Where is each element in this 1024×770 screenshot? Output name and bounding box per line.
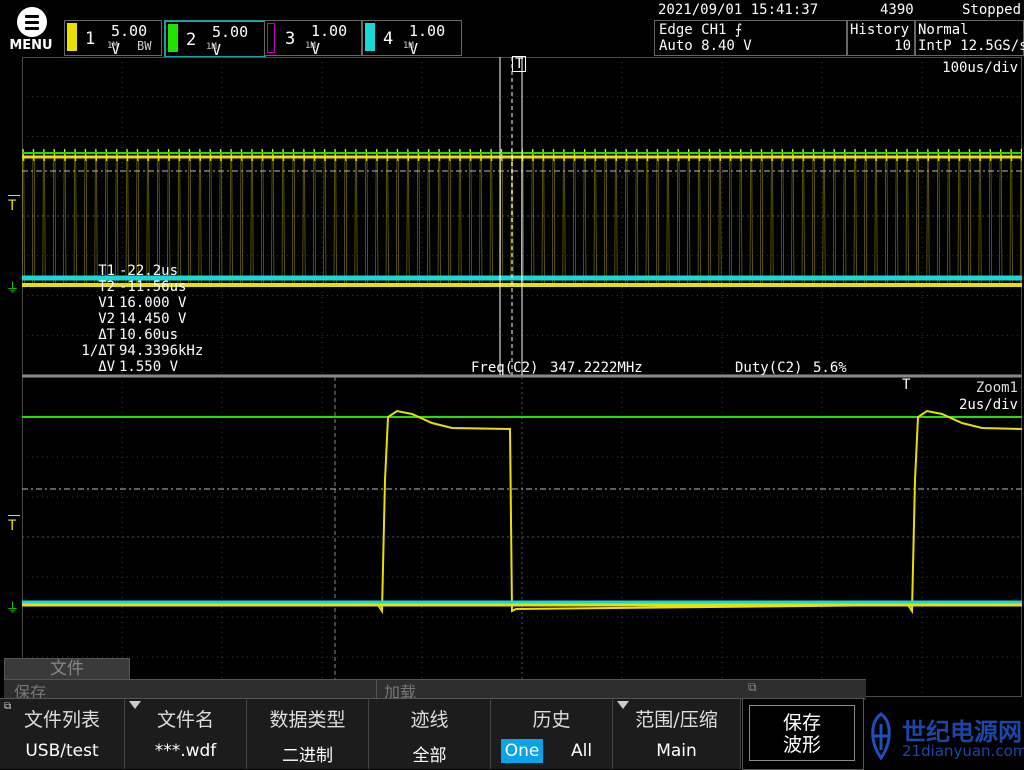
channel-1-scale: 5.00 V [111, 22, 148, 58]
run-state: Stopped [962, 2, 1022, 18]
softkey-file-name-value: ***.wdf [154, 741, 217, 761]
ch1-level-tick-zoom [8, 515, 20, 516]
save-waveform-line1: 保存 [782, 712, 821, 734]
measurement-label: 1/ΔT [81, 343, 116, 359]
history-label: History [850, 22, 910, 38]
zoom-timebase: 2us/div [958, 397, 1018, 413]
measurement-value: -11.56us [119, 279, 187, 295]
softkey-history[interactable]: 历史 One All [491, 698, 613, 769]
softkey-file-list-title: 文件列表 [23, 709, 100, 731]
measurement-label: T2 [98, 279, 116, 295]
freq-label: Freq(C2) [471, 360, 539, 376]
channel-4-scale: 1.00 V [409, 22, 446, 58]
trigger-type: Edge CH1 ⨍ [659, 22, 743, 38]
history-value: 10 [894, 38, 911, 54]
softkey-history-title: 历史 [532, 709, 571, 731]
channel-3-scale: 1.00 V [311, 22, 348, 58]
watermark-url: 21dianyuan.com [902, 742, 1024, 760]
softkey-trace-title: 迹线 [410, 709, 449, 731]
bandwidth-limit-icon: BW [137, 39, 152, 53]
softkey-data-type[interactable]: 数据类型 二进制 [247, 698, 369, 769]
trigger-level-marker: T [8, 198, 17, 214]
measurement-value: -22.2us [119, 263, 179, 279]
softkey-data-type-title: 数据类型 [269, 709, 346, 731]
channel-4-impedance: 1M [403, 41, 414, 51]
history-one-option[interactable]: One [501, 739, 543, 763]
ground-marker-main: ⏚ [6, 281, 20, 296]
measurement-label: ΔT [98, 327, 116, 343]
acquisition-mode: Normal [918, 22, 969, 38]
save-waveform-button[interactable]: 保存 波形 [742, 698, 864, 770]
ch1-level-tick [8, 195, 20, 196]
channel-2-box[interactable]: 2 5.00 V 1M [164, 20, 266, 59]
channel-2-swatch [168, 24, 178, 52]
channel-1-number: 1 [85, 29, 96, 49]
measurement-label: V1 [98, 295, 116, 311]
save-waveform-label: 保存 波形 [749, 705, 855, 761]
freq-value: 347.2222MHz [550, 360, 643, 376]
softkey-range-compress[interactable]: 范围/压缩 Main [613, 698, 741, 769]
channel-3-number: 3 [285, 29, 296, 49]
trigger-settings[interactable]: Edge CH1 ⨍ Auto 8.40 V [654, 20, 848, 56]
tab-divider [376, 680, 377, 698]
save-load-strip [4, 679, 866, 700]
softkey-trace[interactable]: 迹线 全部 [369, 698, 491, 769]
softkey-trace-value: 全部 [412, 746, 447, 766]
menu-button[interactable]: MENU [0, 0, 62, 56]
history-settings[interactable]: History 10 [846, 20, 916, 56]
watermark: 世纪电源网 21dianyuan.com [862, 706, 1024, 766]
menu-label: MENU [9, 38, 53, 53]
measurement-label: ΔV [98, 359, 116, 375]
softkey-data-type-value: 二进制 [282, 746, 333, 766]
zoom-trigger-marker: T [902, 377, 911, 393]
channel-1-swatch [67, 23, 77, 51]
softkey-file-list-value: USB/test [25, 741, 99, 761]
record-count: 4390 [880, 2, 914, 18]
trigger-level: Auto 8.40 V [659, 38, 752, 54]
channel-4-swatch [365, 23, 375, 51]
history-all-option[interactable]: All [571, 741, 592, 761]
softkey-file-name-title: 文件名 [156, 709, 214, 731]
softkey-range-value: Main [656, 741, 697, 761]
duty-value: 5.6% [813, 360, 847, 376]
measurement-value: 1.550 V [119, 359, 179, 375]
measurement-label: T1 [98, 263, 116, 279]
measurement-label: V2 [98, 311, 116, 327]
trigger-position-marker[interactable]: T [512, 56, 527, 72]
save-waveform-line2: 波形 [782, 734, 821, 756]
channel-2-number: 2 [186, 30, 197, 50]
zoom-label: Zoom1 [975, 380, 1018, 396]
channel-3-swatch [267, 23, 275, 53]
trigger-level-marker-zoom: T [8, 518, 17, 534]
acquisition-settings[interactable]: Normal IntP 12.5GS/s [914, 20, 1024, 56]
channel-3-box[interactable]: 3 1.00 V 1M [264, 20, 362, 58]
popout-icon: ⧉ [748, 680, 757, 694]
main-timebase: 100us/div [942, 60, 1018, 76]
measurement-value: 94.3396kHz [119, 343, 204, 359]
channel-2-impedance: 1M [206, 42, 217, 52]
measurement-value: 16.000 V [119, 295, 187, 311]
softkey-file-name[interactable]: 文件名 ***.wdf [125, 698, 247, 769]
duty-label: Duty(C2) [735, 360, 803, 376]
channel-2-scale: 5.00 V [212, 23, 249, 59]
channel-1-impedance: 1M [107, 41, 118, 51]
softkey-range-title: 范围/压缩 [635, 709, 718, 731]
channel-4-box[interactable]: 4 1.00 V 1M [362, 20, 462, 58]
sample-rate: IntP 12.5GS/s [918, 38, 1024, 54]
channel-1-box[interactable]: 1 5.00 V 1M BW [64, 20, 162, 58]
channel-4-number: 4 [383, 29, 394, 49]
softkey-file-list[interactable]: ⧉ 文件列表 USB/test [0, 698, 125, 769]
measurement-value: 14.450 V [119, 311, 187, 327]
datetime: 2021/09/01 15:41:37 [658, 2, 819, 18]
waveform-display[interactable] [22, 57, 1022, 697]
measurement-value: 10.60us [119, 327, 179, 343]
ground-marker-zoom: ⏚ [6, 601, 20, 616]
watermark-logo-icon [871, 712, 891, 760]
menu-icon [17, 7, 47, 37]
channel-3-impedance: 1M [305, 41, 316, 51]
